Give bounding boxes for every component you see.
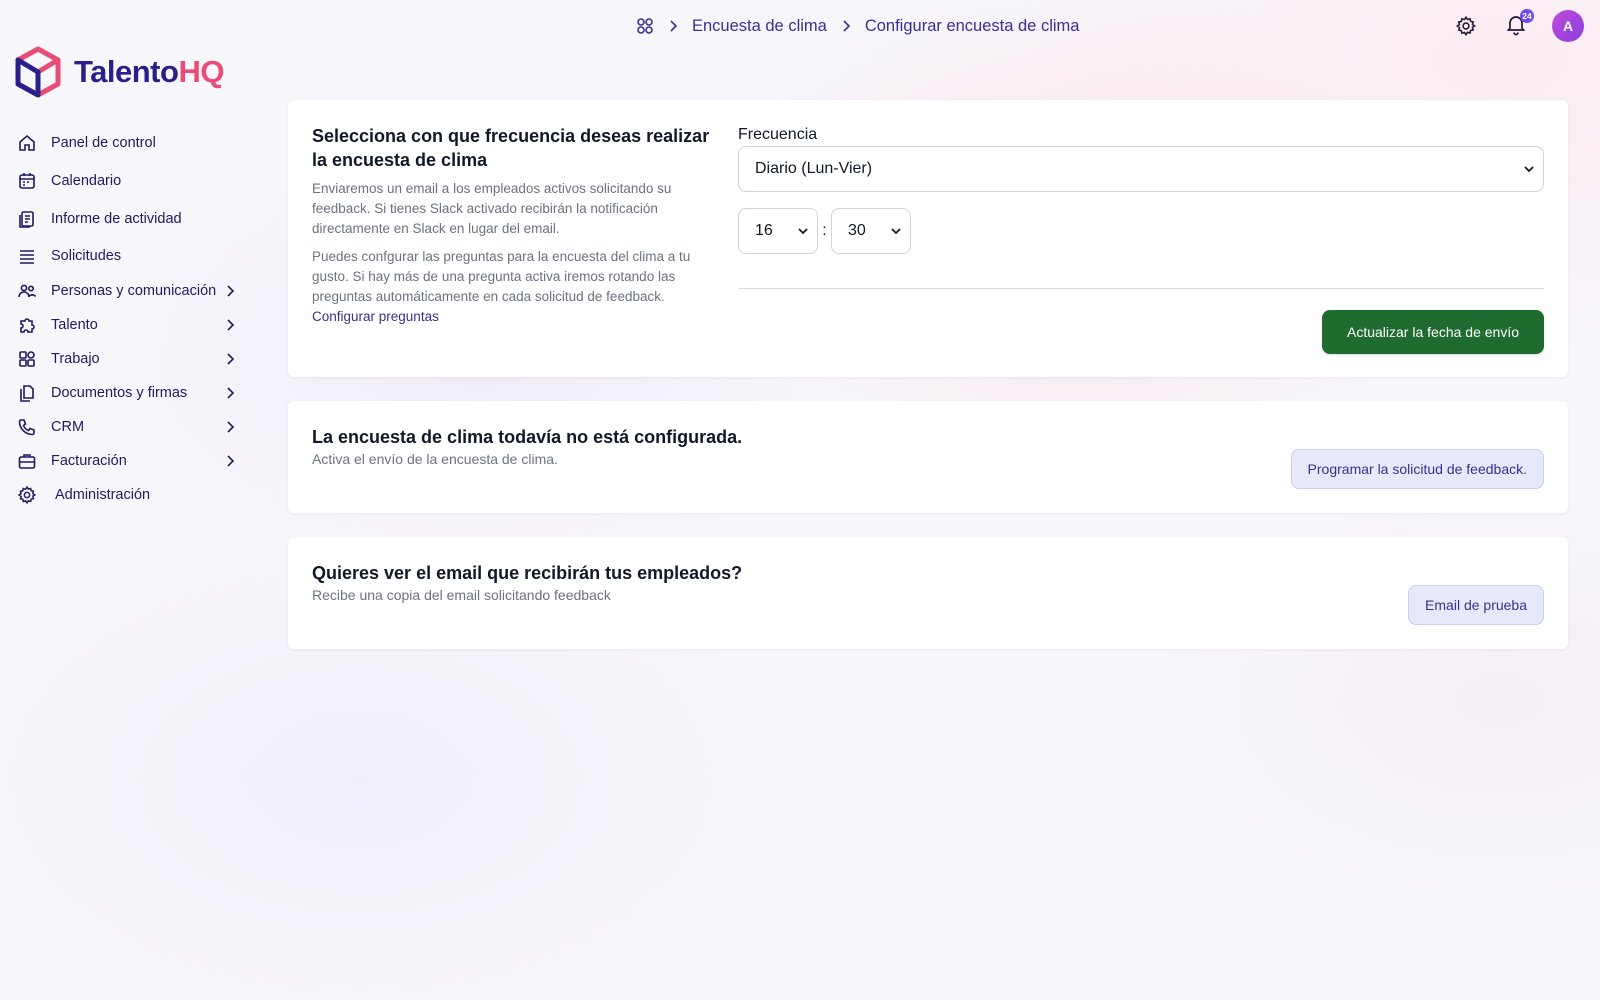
report-icon — [17, 209, 37, 229]
frequency-label: Frecuencia — [738, 126, 818, 143]
form-divider — [738, 288, 1544, 289]
sidebar-item-label: Administración — [55, 487, 151, 503]
sidebar-item-label: Calendario — [51, 173, 122, 189]
phone-icon — [17, 417, 37, 437]
sidebar-item-personas-y-comunicacion[interactable]: Personas y comunicación — [14, 274, 244, 308]
test-email-card: Quieres ver el email que recibirán tus e… — [288, 537, 1568, 649]
header-actions: 24 A — [1452, 9, 1584, 42]
test-email-subtitle: Recibe una copia del email solicitando f… — [312, 587, 611, 603]
breadcrumb: Encuesta de clima Configurar encuesta de… — [636, 14, 1079, 38]
survey-status-subtitle: Activa el envío de la encuesta de clima. — [312, 451, 558, 467]
frequency-form: Frecuencia Diario (Lun-Vier) 16 : 30 — [738, 126, 1544, 254]
grid-icon — [17, 349, 37, 369]
hour-selected-value: 16 — [755, 222, 773, 239]
chevron-right-icon — [222, 453, 238, 469]
chevron-down-icon — [1523, 163, 1535, 175]
chevron-right-icon — [222, 283, 238, 299]
frequency-card: Selecciona con que frecuencia deseas rea… — [288, 100, 1568, 377]
chevron-right-icon — [666, 19, 680, 33]
chevron-right-icon — [222, 419, 238, 435]
sidebar-item-facturacion[interactable]: Facturación — [14, 444, 244, 478]
time-separator: : — [822, 222, 827, 239]
sidebar-item-label: CRM — [51, 419, 85, 435]
sidebar: TalentoHQ Panel de control Calendario In… — [0, 0, 260, 1000]
chevron-down-icon — [797, 225, 809, 237]
gear-icon — [17, 485, 37, 505]
home-icon — [17, 133, 37, 153]
sidebar-item-informe-de-actividad[interactable]: Informe de actividad — [14, 200, 244, 238]
notification-count-badge: 24 — [1520, 9, 1534, 23]
puzzle-icon — [17, 315, 37, 335]
sidebar-item-panel-de-control[interactable]: Panel de control — [14, 124, 244, 162]
breadcrumb-item-encuesta[interactable]: Encuesta de clima — [692, 17, 827, 36]
list-icon — [17, 246, 37, 266]
chevron-right-icon — [222, 317, 238, 333]
minute-select[interactable]: 30 — [831, 208, 911, 254]
sidebar-item-documentos-y-firmas[interactable]: Documentos y firmas — [14, 376, 244, 410]
sidebar-item-label: Talento — [51, 317, 98, 333]
sidebar-item-label: Facturación — [51, 453, 127, 469]
survey-status-card: La encuesta de clima todavía no está con… — [288, 401, 1568, 513]
sidebar-item-label: Documentos y firmas — [51, 385, 188, 401]
questions-card-text: Puedes confgurar las preguntas para la e… — [312, 249, 691, 324]
brand-logo[interactable]: TalentoHQ — [14, 46, 224, 98]
chevron-down-icon — [890, 225, 902, 237]
sidebar-item-label: Informe de actividad — [51, 211, 182, 227]
people-icon — [17, 281, 37, 301]
sidebar-item-administracion[interactable]: Administración — [14, 478, 244, 512]
user-avatar[interactable]: A — [1552, 10, 1584, 42]
frequency-select[interactable]: Diario (Lun-Vier) — [738, 146, 1544, 192]
logo-cube-icon — [14, 46, 62, 98]
briefcase-icon — [17, 451, 37, 471]
apps-grid-icon[interactable] — [636, 17, 654, 35]
test-email-title: Quieres ver el email que recibirán tus e… — [312, 563, 743, 583]
frequency-card-text: Enviaremos un email a los empleados acti… — [312, 181, 672, 236]
sidebar-item-talento[interactable]: Talento — [14, 308, 244, 342]
sidebar-item-solicitudes[interactable]: Solicitudes — [14, 238, 244, 274]
breadcrumb-item-configurar[interactable]: Configurar encuesta de clima — [865, 17, 1080, 36]
frequency-card-title: Selecciona con que frecuencia deseas rea… — [312, 126, 710, 170]
configure-questions-link[interactable]: Configurar preguntas — [312, 309, 439, 324]
hour-select[interactable]: 16 — [738, 208, 818, 254]
chevron-right-icon — [839, 19, 853, 33]
chevron-right-icon — [222, 351, 238, 367]
update-send-date-button[interactable]: Actualizar la fecha de envío — [1322, 310, 1544, 354]
schedule-feedback-button[interactable]: Programar la solicitud de feedback. — [1290, 449, 1544, 489]
test-email-button[interactable]: Email de prueba — [1408, 585, 1544, 625]
sidebar-nav: Panel de control Calendario Informe de a… — [14, 124, 244, 512]
sidebar-item-calendario[interactable]: Calendario — [14, 162, 244, 200]
settings-gear-icon[interactable] — [1452, 12, 1480, 40]
sidebar-item-label: Solicitudes — [51, 248, 122, 264]
sidebar-item-trabajo[interactable]: Trabajo — [14, 342, 244, 376]
minute-selected-value: 30 — [848, 222, 866, 239]
chevron-right-icon — [222, 385, 238, 401]
time-row: 16 : 30 — [738, 208, 1544, 254]
sidebar-item-label: Personas y comunicación — [51, 283, 217, 299]
survey-status-title: La encuesta de clima todavía no está con… — [312, 427, 743, 447]
sidebar-item-label: Trabajo — [51, 351, 100, 367]
brand-name: TalentoHQ — [74, 54, 224, 89]
calendar-icon — [17, 171, 37, 191]
notifications-button[interactable]: 24 — [1502, 9, 1534, 40]
sidebar-item-label: Panel de control — [51, 135, 156, 151]
frequency-selected-value: Diario (Lun-Vier) — [755, 160, 873, 177]
documents-icon — [17, 383, 37, 403]
frequency-description: Selecciona con que frecuencia deseas rea… — [312, 124, 712, 327]
sidebar-item-crm[interactable]: CRM — [14, 410, 244, 444]
